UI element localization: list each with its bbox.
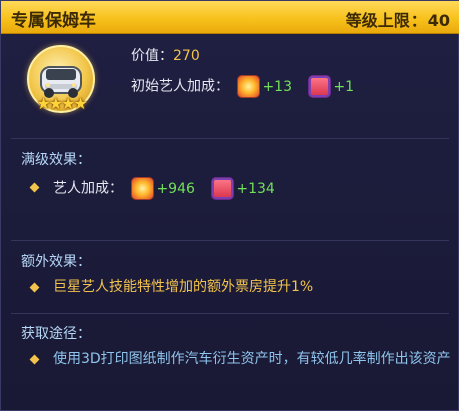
item-icon: ★★★★ <box>23 45 99 115</box>
divider-2 <box>11 240 449 241</box>
extra-bullet <box>29 282 40 293</box>
item-title: 专属保姆车 <box>11 11 96 31</box>
sun-burst-icon <box>131 177 155 200</box>
max-bonus-cup-value: +134 <box>236 180 275 197</box>
base-bonus-cup-value: +1 <box>333 78 355 95</box>
divider-3 <box>11 313 449 314</box>
max-level-row: 艺人加成： +946 +134 <box>53 177 275 200</box>
max-bonus-sun: +946 <box>131 177 195 200</box>
max-bonus-cup: +134 <box>211 177 275 200</box>
source-title: 获取途径： <box>21 326 91 342</box>
max-level-title: 满级效果： <box>21 152 91 168</box>
max-level-bullet <box>29 182 40 193</box>
extra-text: 巨星艺人技能特性增加的额外票房提升1% <box>53 279 314 295</box>
base-bonus-row: 初始艺人加成： +13 +1 <box>131 75 354 98</box>
title-bar: 专属保姆车 等级上限：40 <box>1 1 459 34</box>
level-cap: 等级上限：40 <box>346 7 450 31</box>
level-cap-value: 40 <box>427 11 450 30</box>
base-bonus-sun: +13 <box>237 75 292 98</box>
value-row: 价值：270 <box>131 45 200 65</box>
base-bonus-label: 初始艺人加成： <box>131 78 229 95</box>
source-bullet <box>29 354 40 365</box>
source-text: 使用3D打印图纸制作汽车衍生资产时，有较低几率制作出该资产 <box>53 351 451 367</box>
max-level-label: 艺人加成： <box>53 180 123 197</box>
sun-burst-icon <box>237 75 261 98</box>
level-cap-sep: ： <box>410 11 427 30</box>
value-number: 270 <box>173 48 200 64</box>
extra-title: 额外效果： <box>21 254 91 270</box>
base-bonus-sun-value: +13 <box>262 78 292 95</box>
star-rating: ★★★★ <box>36 94 87 113</box>
base-bonus-cup: +1 <box>308 75 354 98</box>
level-cap-label: 等级上限 <box>345 11 410 30</box>
max-bonus-sun-value: +946 <box>156 180 195 197</box>
divider-1 <box>11 138 449 139</box>
cup-icon <box>308 75 332 98</box>
value-label: 价值： <box>131 48 173 64</box>
cup-icon <box>211 177 235 200</box>
item-tooltip-panel: 专属保姆车 等级上限：40 ★★★★ 价值：270 初始艺人加成： +13 +1… <box>0 0 459 411</box>
